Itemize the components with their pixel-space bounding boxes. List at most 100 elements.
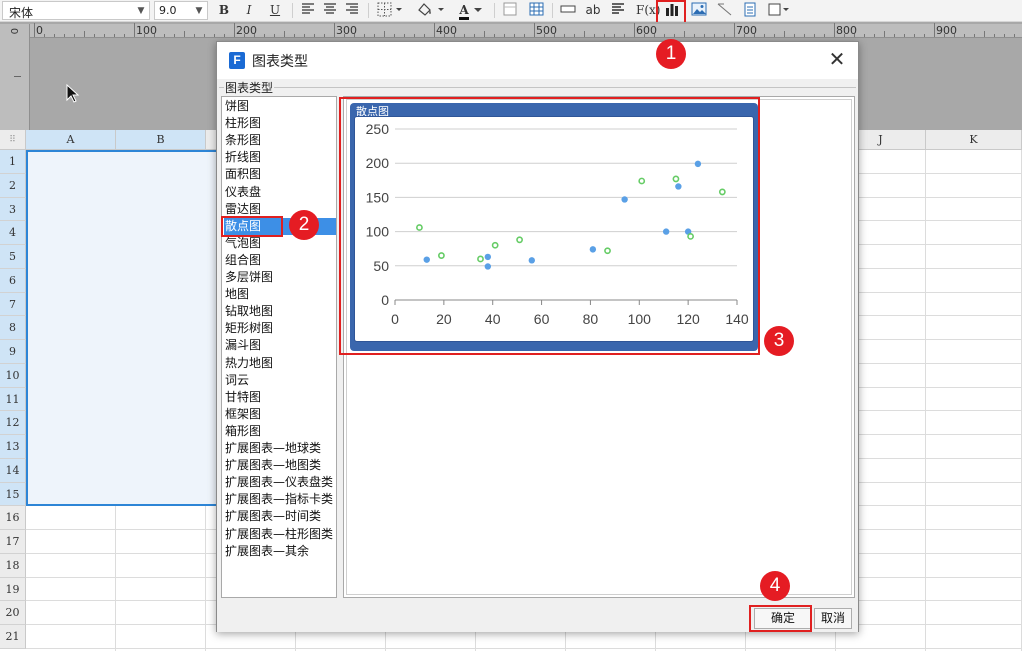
callout-badge-3: 3 [764, 326, 794, 356]
chart-type-item[interactable]: 柱形图 [224, 115, 336, 132]
row-header-8[interactable]: 8 [0, 316, 26, 340]
chart-type-item[interactable]: 扩展图表—其余 [224, 543, 336, 560]
ruler-tick [34, 23, 35, 37]
chart-type-item[interactable]: 组合图 [224, 252, 336, 269]
paragraph-icon[interactable] [610, 2, 626, 19]
ruler-tick [804, 34, 805, 37]
row-header-17[interactable]: 17 [0, 530, 26, 554]
fill-color-icon[interactable] [414, 2, 446, 19]
chart-type-item[interactable]: 扩展图表—时间类 [224, 508, 336, 525]
row-header-14[interactable]: 14 [0, 458, 26, 483]
row-header-10[interactable]: 10 [0, 363, 26, 388]
row-header-7[interactable]: 7 [0, 292, 26, 317]
align-right-icon[interactable] [344, 2, 360, 19]
row-header-19[interactable]: 19 [0, 577, 26, 602]
mouse-cursor-icon [66, 84, 80, 103]
chart-type-item[interactable]: 地图 [224, 286, 336, 303]
slash-line-icon[interactable] [716, 2, 732, 19]
ruler-tick [504, 34, 505, 37]
cell-style-icon[interactable] [502, 2, 518, 19]
vertical-ruler: 0 [0, 24, 30, 130]
ruler-tick [164, 34, 165, 37]
row-header-15[interactable]: 15 [0, 482, 26, 507]
chart-type-item[interactable]: 折线图 [224, 149, 336, 166]
text-ab-button[interactable]: ab [585, 2, 601, 19]
ruler-tick [424, 34, 425, 37]
font-size-select[interactable]: 9.0 ▼ [154, 1, 208, 20]
ruler-tick [794, 34, 795, 37]
ruler-tick [634, 23, 635, 37]
chart-type-item[interactable]: 词云 [224, 372, 336, 389]
row-header-2[interactable]: 2 [0, 173, 26, 198]
close-icon[interactable]: ✕ [828, 49, 846, 69]
ruler-tick [954, 34, 955, 37]
italic-button[interactable]: I [242, 2, 256, 19]
row-header-13[interactable]: 13 [0, 435, 26, 459]
row-header-1[interactable]: 1 [0, 150, 26, 174]
merge-cell-icon[interactable] [560, 2, 576, 19]
chart-type-item[interactable]: 扩展图表—地图类 [224, 457, 336, 474]
cell-selection-range[interactable] [26, 150, 220, 507]
chart-type-item[interactable]: 箱形图 [224, 423, 336, 440]
chart-type-group-label: 图表类型 [224, 79, 275, 96]
chart-type-item[interactable]: 漏斗图 [224, 337, 336, 354]
ruler-tick [104, 34, 105, 37]
formula-button[interactable]: F(x) [636, 2, 660, 19]
row-header-18[interactable]: 18 [0, 553, 26, 578]
chart-type-item[interactable]: 饼图 [224, 98, 336, 115]
chart-type-item[interactable]: 多层饼图 [224, 269, 336, 286]
chart-type-item[interactable]: 热力地图 [224, 355, 336, 372]
ruler-tick [584, 31, 585, 37]
frame-icon[interactable] [766, 2, 792, 19]
ruler-tick [664, 34, 665, 37]
row-header-20[interactable]: 20 [0, 601, 26, 625]
row-header-9[interactable]: 9 [0, 340, 26, 364]
cancel-button[interactable]: 取消 [814, 608, 852, 629]
row-header-16[interactable]: 16 [0, 506, 26, 530]
ruler-tick [54, 34, 55, 37]
row-header-11[interactable]: 11 [0, 387, 26, 412]
chart-type-item[interactable]: 面积图 [224, 166, 336, 183]
chart-type-item[interactable]: 甘特图 [224, 389, 336, 406]
chart-type-item[interactable]: 条形图 [224, 132, 336, 149]
border-icon[interactable] [376, 2, 404, 19]
underline-button[interactable]: U [268, 2, 282, 19]
chart-type-item[interactable]: 钻取地图 [224, 303, 336, 320]
row-header-12[interactable]: 12 [0, 411, 26, 435]
chart-type-item[interactable]: 气泡图 [224, 235, 336, 252]
align-center-icon[interactable] [322, 2, 338, 19]
row-header-6[interactable]: 6 [0, 268, 26, 293]
select-all-corner[interactable]: ⠿ [0, 130, 26, 150]
row-header-21[interactable]: 21 [0, 625, 26, 649]
font-color-button[interactable]: A [454, 2, 488, 20]
chart-type-item[interactable]: 矩形树图 [224, 320, 336, 337]
row-header-3[interactable]: 3 [0, 197, 26, 222]
align-left-icon[interactable] [300, 2, 316, 19]
ruler-tick [84, 31, 85, 37]
chart-type-item[interactable]: 扩展图表—柱形图类 [224, 526, 336, 543]
row-header-5[interactable]: 5 [0, 245, 26, 269]
chart-type-item[interactable]: 扩展图表—指标卡类 [224, 491, 336, 508]
ruler-number: 0 [36, 24, 43, 37]
chart-type-item[interactable]: 扩展图表—地球类 [224, 440, 336, 457]
row-header-4[interactable]: 4 [0, 221, 26, 245]
chart-type-item[interactable]: 框架图 [224, 406, 336, 423]
ruler-tick [944, 34, 945, 37]
insert-table-icon[interactable] [528, 2, 544, 19]
column-header-k[interactable]: K [926, 130, 1022, 150]
ruler-tick [544, 34, 545, 37]
column-header-a[interactable]: A [26, 130, 116, 150]
column-header-b[interactable]: B [116, 130, 206, 150]
font-size-value: 9.0 [159, 4, 177, 17]
chart-type-item[interactable]: 仪表盘 [224, 184, 336, 201]
chart-type-item[interactable]: 扩展图表—仪表盘类 [224, 474, 336, 491]
bold-button[interactable]: B [216, 2, 232, 19]
ruler-tick [274, 34, 275, 37]
font-name-select[interactable]: 宋体 ▼ [2, 1, 150, 20]
insert-image-icon[interactable] [690, 2, 708, 19]
chart-type-list[interactable]: 饼图 柱形图 条形图 折线图 面积图 仪表盘 雷达图 散点图 气泡图 组合图 多层饼图 地图 钻取地图矩… [221, 96, 337, 598]
ok-button-highlight [749, 605, 812, 632]
ruler-tick [134, 23, 135, 37]
ruler-tick [364, 34, 365, 37]
insert-float-icon[interactable] [742, 2, 758, 19]
